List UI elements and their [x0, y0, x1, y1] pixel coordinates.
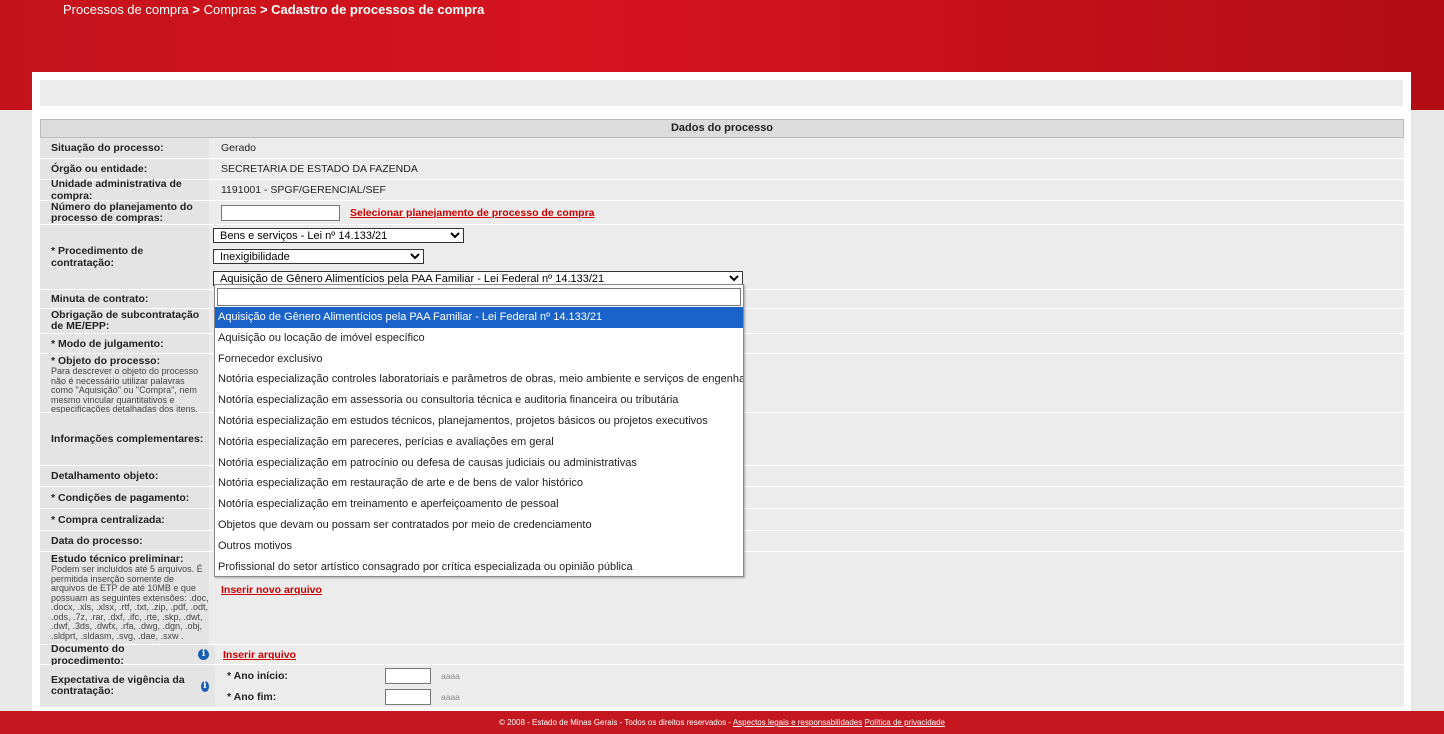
label-vigencia: Expectativa de vigência da contratação: — [51, 674, 185, 697]
info-icon[interactable]: i — [200, 680, 209, 692]
label-info-compl: Informações complementares: — [40, 413, 209, 465]
label-ano-inicio: * Ano início: — [227, 669, 288, 682]
breadcrumb-sep-1: > — [192, 2, 200, 17]
motivo-dropdown-list[interactable]: Aquisição de Gênero Alimentícios pela PA… — [214, 284, 744, 577]
value-unidade: 1191001 - SPGF/GERENCIAL/SEF — [221, 184, 386, 196]
label-detalhamento: Detalhamento objeto: — [40, 466, 209, 486]
lei-select[interactable]: Bens e serviços - Lei nº 14.133/21 — [213, 228, 464, 244]
dropdown-option[interactable]: Outros motivos — [215, 536, 743, 557]
label-situacao: Situação do processo: — [40, 138, 209, 158]
dropdown-option[interactable]: Profissional do setor artístico consagra… — [215, 557, 743, 578]
dropdown-option[interactable]: Aquisição de Gênero Alimentícios pela PA… — [215, 307, 743, 328]
help-objeto: Para descrever o objeto do processo não … — [51, 366, 199, 414]
ano-inicio-input[interactable] — [385, 667, 431, 684]
footer-aspectos-link[interactable]: Aspectos legais e responsabilidades — [733, 718, 862, 727]
dropdown-option[interactable]: Objetos que devam ou possam ser contrata… — [215, 515, 743, 536]
info-icon[interactable]: i — [198, 649, 209, 660]
numero-planejamento-input[interactable] — [221, 204, 340, 221]
label-compra-centralizada: * Compra centralizada: — [40, 509, 209, 530]
row-procedimento: * Procedimento de contratação: Bens e se… — [40, 225, 1404, 290]
row-documento: Documento do procedimento: i Inserir arq… — [40, 642, 1404, 667]
row-numero-planejamento: Número do planejamento do processo de co… — [40, 201, 1404, 225]
inserir-novo-arquivo-link[interactable]: Inserir novo arquivo — [221, 584, 322, 596]
dropdown-option[interactable]: Notória especialização em pareceres, per… — [215, 432, 743, 453]
dropdown-search-input[interactable] — [217, 288, 741, 306]
dropdown-option[interactable]: Notória especialização em restauração de… — [215, 473, 743, 494]
row-orgao: Órgão ou entidade: SECRETARIA DE ESTADO … — [40, 159, 1404, 180]
inserir-arquivo-link[interactable]: Inserir arquivo — [223, 649, 296, 661]
selecionar-planejamento-link[interactable]: Selecionar planejamento de processo de c… — [350, 207, 595, 219]
footer: © 2008 - Estado de Minas Gerais - Todos … — [0, 711, 1444, 734]
footer-privacidade-link[interactable]: Política de privacidade — [865, 718, 946, 727]
label-unidade: Unidade administrativa de compra: — [40, 178, 209, 202]
dropdown-option[interactable]: Notória especialização em treinamento e … — [215, 494, 743, 515]
label-condicoes: * Condições de pagamento: — [40, 487, 209, 508]
value-situacao: Gerado — [221, 142, 257, 154]
row-unidade: Unidade administrativa de compra: 119100… — [40, 178, 1404, 202]
footer-copyright: © 2008 - Estado de Minas Gerais - Todos … — [498, 718, 733, 727]
label-data: Data do processo: — [40, 531, 209, 551]
section-title: Dados do processo — [40, 119, 1404, 138]
value-orgao: SECRETARIA DE ESTADO DA FAZENDA — [221, 163, 418, 175]
breadcrumb-processos[interactable]: Processos de compra — [63, 2, 189, 17]
breadcrumb-current: Cadastro de processos de compra — [271, 2, 485, 17]
label-obrigacao: Obrigação de subcontratação de ME/EPP: — [40, 309, 209, 333]
hint-ano-fim: aaaa — [441, 691, 460, 702]
dropdown-option[interactable]: Notória especialização em estudos técnic… — [215, 411, 743, 432]
label-ano-fim: * Ano fim: — [227, 690, 277, 703]
breadcrumb-sep-2: > — [259, 2, 268, 17]
row-vigencia: Expectativa de vigência da contratação: … — [40, 665, 1404, 708]
ano-fim-input[interactable] — [385, 688, 431, 705]
dropdown-option[interactable]: Aquisição ou locação de imóvel específic… — [215, 328, 743, 349]
dropdown-option[interactable]: Notória especialização em assessoria ou … — [215, 390, 743, 411]
breadcrumb-compras[interactable]: Compras — [204, 2, 257, 17]
label-numero-planejamento: Número do planejamento do processo de co… — [40, 201, 209, 224]
modalidade-select[interactable]: Inexigibilidade — [213, 249, 424, 265]
dropdown-option[interactable]: Notória especialização controles laborat… — [215, 369, 743, 390]
dropdown-option[interactable]: Notória especialização em patrocínio ou … — [215, 453, 743, 474]
dropdown-option[interactable]: Fornecedor exclusivo — [215, 349, 743, 370]
label-modo: * Modo de julgamento: — [40, 334, 209, 353]
breadcrumb: Processos de compra > Compras > Cadastro… — [63, 2, 484, 17]
hint-ano-inicio: aaaa — [441, 670, 460, 681]
label-orgao: Órgão ou entidade: — [40, 159, 209, 179]
toolbar-strip — [40, 80, 1403, 106]
label-documento: Documento do procedimento: — [51, 642, 125, 667]
label-procedimento: * Procedimento de contratação: — [40, 225, 209, 289]
label-minuta: Minuta de contrato: — [40, 290, 209, 308]
row-situacao: Situação do processo: Gerado — [40, 138, 1404, 159]
help-estudo: Podem ser incluídos até 5 arquivos. É pe… — [51, 564, 209, 641]
